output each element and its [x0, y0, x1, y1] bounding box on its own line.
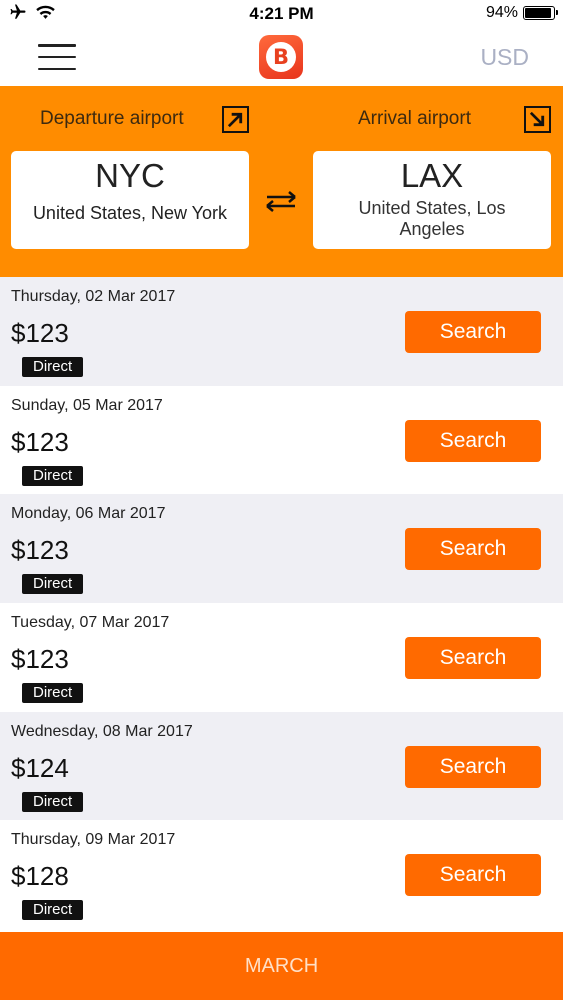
battery-icon [523, 6, 558, 20]
direct-badge: Direct [22, 683, 84, 704]
currency-selector[interactable]: USD [480, 44, 529, 71]
search-button[interactable]: Search [405, 311, 541, 353]
month-selector[interactable]: MARCH [0, 932, 563, 1000]
flight-date: Wednesday, 08 Mar 2017 [11, 722, 193, 740]
battery-percent: 94% [485, 4, 518, 21]
departure-label: Departure airport [40, 108, 184, 129]
flight-price: $123 [11, 318, 69, 348]
route-header: Departure airport Arrival airport NYC Un… [0, 86, 563, 277]
flight-price: $123 [11, 535, 69, 566]
flight-date: Thursday, 02 Mar 2017 [11, 288, 176, 305]
flight-row: Thursday, 09 Mar 2017 $128 Direct Search [0, 820, 563, 929]
departure-airport-card[interactable]: NYC United States, New York [11, 151, 249, 249]
status-time: 4:21 PM [249, 4, 314, 23]
app-logo: B [259, 35, 303, 79]
menu-line [38, 44, 76, 47]
arrival-city: United States, Los Angeles [358, 198, 506, 239]
menu-line [38, 55, 76, 59]
direct-badge: Direct [22, 465, 84, 486]
departure-city: United States, New York [32, 203, 228, 223]
search-button[interactable]: Search [405, 419, 541, 462]
menu-line [38, 67, 76, 70]
arrival-code: LAX [400, 157, 464, 194]
departure-code: NYC [95, 157, 165, 194]
arrow-up-right-icon [222, 106, 249, 133]
flight-price: $128 [11, 861, 69, 892]
flight-row: Wednesday, 08 Mar 2017 $124 Direct Searc… [0, 711, 563, 821]
arrival-label: Arrival airport [358, 108, 471, 129]
search-button[interactable]: Search [405, 637, 541, 680]
flight-price: $123 [11, 426, 69, 457]
flight-date: Tuesday, 07 Mar 2017 [11, 614, 170, 632]
flight-row: Monday, 06 Mar 2017 $123 Direct Search [0, 494, 563, 604]
arrival-airport-card[interactable]: LAX United States, Los Angeles [313, 151, 551, 249]
flight-row: Tuesday, 07 Mar 2017 $123 Direct Search [0, 603, 563, 712]
direct-badge: Direct [22, 791, 84, 812]
direct-badge: Direct [22, 574, 84, 595]
flight-date: Sunday, 05 Mar 2017 [11, 396, 163, 414]
swap-icon[interactable] [261, 189, 301, 213]
menu-icon[interactable] [38, 44, 76, 70]
flight-row: Thursday, 02 Mar 2017 $123 Direct Search [0, 277, 563, 386]
direct-badge: Direct [22, 357, 84, 377]
flight-list: Thursday, 02 Mar 2017 $123 Direct Search… [0, 277, 563, 929]
logo-letter: B [266, 42, 296, 72]
direct-badge: Direct [22, 900, 84, 921]
flight-price: $123 [11, 644, 69, 675]
flight-date: Monday, 06 Mar 2017 [11, 505, 166, 523]
search-button[interactable]: Search [405, 528, 541, 571]
nav-bar: B USD [0, 28, 563, 86]
search-button[interactable]: Search [405, 745, 541, 788]
flight-row: Sunday, 05 Mar 2017 $123 Direct Search [0, 386, 563, 495]
month-label: MARCH [244, 954, 319, 977]
arrow-down-right-icon [524, 106, 551, 133]
flight-price: $124 [11, 752, 69, 783]
flight-date: Thursday, 09 Mar 2017 [11, 831, 176, 849]
status-right: 94% [485, 4, 558, 22]
status-bar: 4:21 PM 94% [0, 0, 563, 28]
battery-fill [525, 8, 552, 18]
search-button[interactable]: Search [405, 854, 541, 897]
